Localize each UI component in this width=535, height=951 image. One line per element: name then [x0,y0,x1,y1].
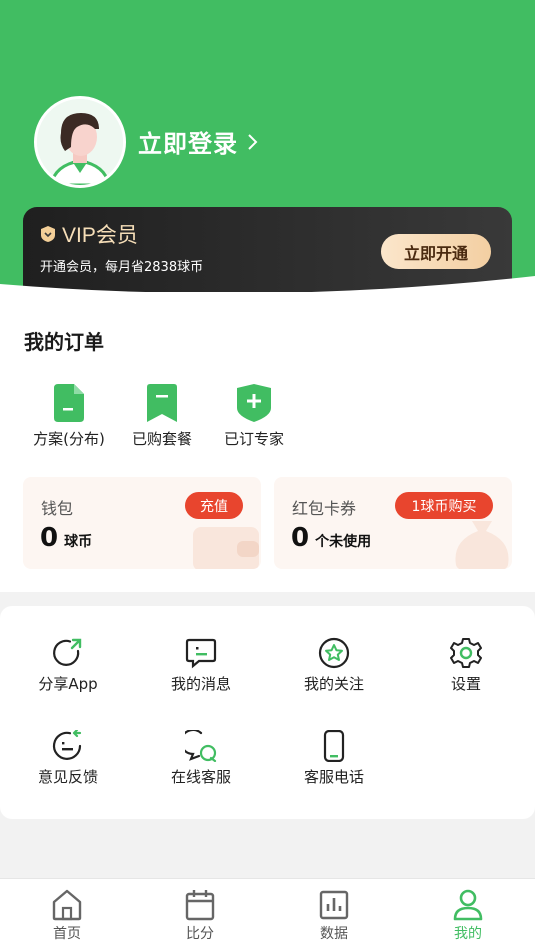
document-icon [54,384,84,422]
menu-online-service[interactable]: 在线客服 [146,730,256,787]
message-icon [185,638,217,669]
order-experts-label: 已订专家 [223,430,284,448]
wallet-unit: 球币 [64,534,93,550]
menu-service-phone[interactable]: 客服电话 [279,730,389,787]
chart-icon [319,890,349,920]
phone-icon [323,730,345,762]
coupon-value-row: 0 个未使用 [291,523,371,553]
menu-service-phone-label: 客服电话 [303,768,364,786]
vip-open-button[interactable]: 立即开通 [381,234,491,269]
tab-home-label: 首页 [53,926,81,942]
coupon-unit: 个未使用 [315,534,372,550]
menu-messages[interactable]: 我的消息 [146,637,256,694]
wallet-value-row: 0 球币 [40,523,92,553]
menu-feedback[interactable]: 意见反馈 [13,730,123,787]
chevron-right-icon [248,133,258,150]
tab-home[interactable]: 首页 [27,889,107,943]
avatar-image [37,99,123,185]
login-label: 立即登录 [138,130,238,158]
calendar-icon [185,890,215,921]
menu-settings-label: 设置 [450,675,481,693]
chat-service-icon [185,730,217,762]
feedback-icon [52,730,82,760]
tab-data-label: 数据 [320,926,348,942]
order-plans-item[interactable]: 方案(分布) [29,384,109,449]
home-icon [52,889,82,921]
vip-subtitle: 开通会员，每月省2838球币 [40,260,204,275]
order-plans-label: 方案(分布) [33,430,105,448]
order-packages-label: 已购套餐 [131,430,192,448]
menu-share-app[interactable]: 分享App [13,637,123,694]
star-icon [318,637,350,669]
wallet-watermark-icon [193,527,259,569]
coupon-card[interactable]: 红包卡券 1球币购买 0 个未使用 [274,477,512,569]
coupon-value: 0 [291,523,310,553]
profile-header: 立即登录 VIP会员 开通会员，每月省2838球币 立即开通 [0,0,535,300]
orders-section: 我的订单 方案(分布) 已购套餐 已订专家 钱包 充值 0 球币 红包卡券 1球… [0,292,535,592]
menu-feedback-label: 意见反馈 [37,768,98,786]
wallet-card[interactable]: 钱包 充值 0 球币 [23,477,261,569]
service-menu: 分享App 我的消息 我的关注 设置 意见反馈 在线客服 客服电话 [0,606,535,819]
orders-title: 我的订单 [24,330,104,354]
wallet-title: 钱包 [41,499,74,518]
buy-coupon-badge[interactable]: 1球币购买 [395,492,493,519]
money-bag-watermark-icon [455,521,509,569]
tab-mine-label: 我的 [454,926,482,942]
avatar[interactable] [34,96,126,188]
menu-settings[interactable]: 设置 [411,637,521,694]
recharge-badge[interactable]: 充值 [185,492,243,519]
wallet-value: 0 [40,523,59,553]
bookmark-icon [147,384,177,422]
menu-share-app-label: 分享App [38,675,98,693]
vip-title-row: VIP会员 [38,219,138,249]
menu-messages-label: 我的消息 [170,675,231,693]
order-packages-item[interactable]: 已购套餐 [122,384,202,449]
menu-follows[interactable]: 我的关注 [279,637,389,694]
order-experts-item[interactable]: 已订专家 [214,384,294,449]
tab-scores-label: 比分 [186,926,214,942]
tab-scores[interactable]: 比分 [160,889,240,943]
login-button[interactable]: 立即登录 [138,124,260,159]
vip-shield-icon [41,226,55,242]
tab-mine[interactable]: 我的 [428,889,508,943]
coupon-title: 红包卡券 [292,499,357,518]
user-icon [453,889,483,921]
menu-follows-label: 我的关注 [303,675,364,693]
shield-plus-icon [237,384,271,422]
tab-data[interactable]: 数据 [294,889,374,943]
vip-title: VIP会员 [62,224,138,247]
bottom-tab-bar: 首页 比分 数据 我的 [0,878,535,951]
gear-icon [450,638,482,668]
menu-online-service-label: 在线客服 [170,768,231,786]
share-icon [53,638,82,666]
